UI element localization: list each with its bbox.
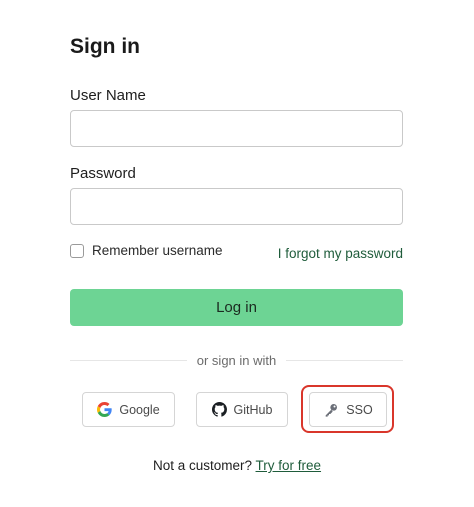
try-for-free-link[interactable]: Try for free — [256, 458, 322, 473]
github-icon — [211, 402, 227, 417]
divider: or sign in with — [70, 352, 404, 368]
remember-username-checkbox[interactable] — [70, 243, 84, 258]
github-label: GitHub — [233, 402, 273, 417]
log-in-button[interactable]: Log in — [70, 289, 403, 326]
github-sign-in-button[interactable]: GitHub — [196, 392, 288, 427]
sso-sign-in-button[interactable]: SSO — [309, 392, 387, 427]
remember-username[interactable]: Remember username — [70, 243, 223, 258]
sign-in-page: Sign in User Name Password Remember user… — [0, 0, 474, 507]
google-icon — [97, 402, 113, 417]
sso-label: SSO — [346, 402, 373, 417]
key-icon — [323, 402, 339, 418]
divider-line-left — [70, 359, 187, 361]
footer: Not a customer? Try for free — [0, 458, 474, 473]
google-label: Google — [119, 402, 160, 417]
page-title: Sign in — [70, 35, 140, 58]
username-input[interactable] — [70, 110, 403, 147]
divider-text: or sign in with — [196, 352, 277, 368]
divider-line-right — [286, 359, 404, 361]
not-customer-text: Not a customer? — [152, 458, 252, 473]
username-label: User Name — [70, 87, 146, 104]
password-label: Password — [70, 165, 136, 182]
remember-username-label: Remember username — [92, 243, 223, 258]
forgot-password-link[interactable]: I forgot my password — [278, 246, 403, 261]
password-input[interactable] — [70, 188, 403, 225]
google-sign-in-button[interactable]: Google — [82, 392, 175, 427]
